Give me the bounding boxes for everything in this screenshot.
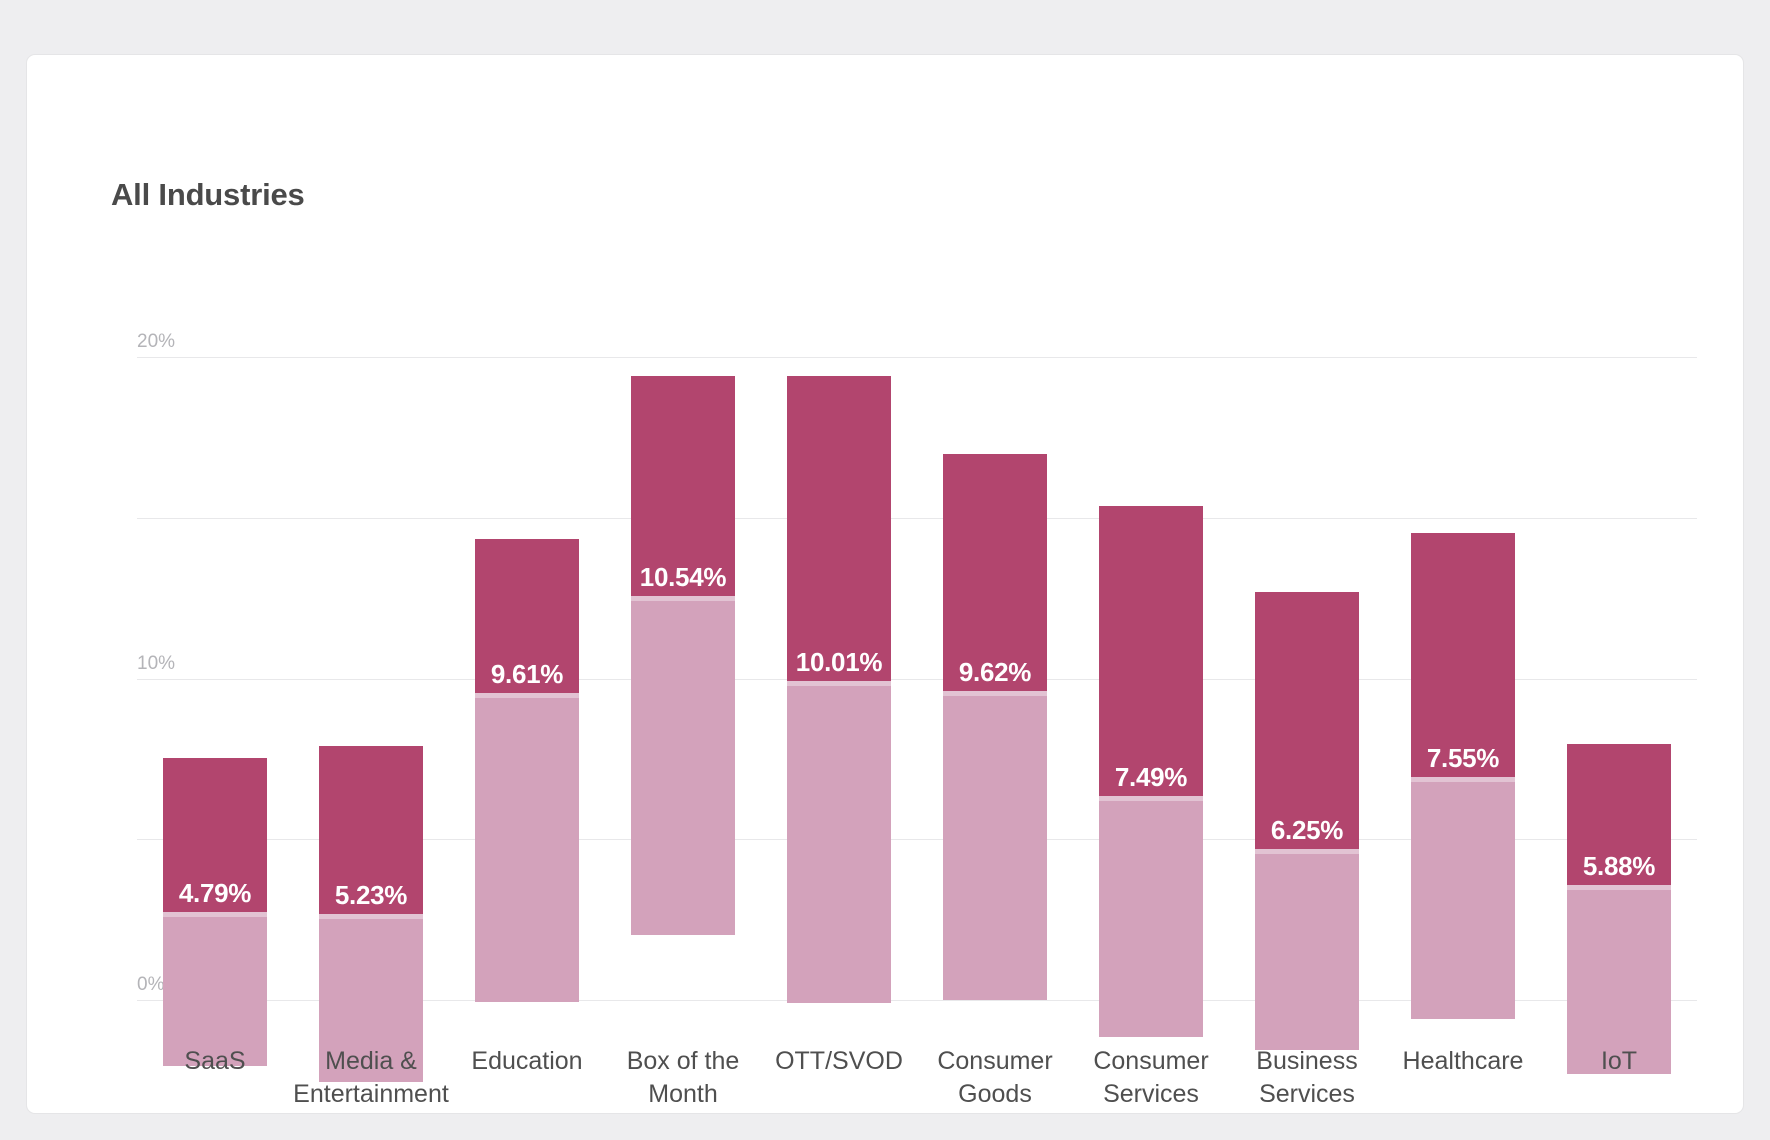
x-axis-tick-label: IoT — [1541, 1045, 1697, 1078]
x-axis-tick-line: Services — [1259, 1080, 1355, 1108]
bar-group[interactable]: 10.01% — [787, 335, 891, 1025]
x-axis-tick-line: IoT — [1600, 1047, 1638, 1075]
bar-segment-lower[interactable] — [163, 916, 267, 1066]
bar-value-label: 9.62% — [958, 656, 1032, 687]
x-axis-tick-label: Business Services — [1229, 1045, 1385, 1111]
bar-group[interactable]: 6.25% — [1255, 335, 1359, 1050]
bar-segment-lower[interactable] — [787, 686, 891, 1004]
x-axis-tick-line: Business — [1256, 1047, 1358, 1075]
chart-plot-area: 20% 10% 0% 4.79% 5.23% 9.61% 10.54% 10.01% 9.62… — [137, 331, 1697, 1082]
x-axis-tick-line: SaaS — [184, 1047, 246, 1075]
bar-segment-upper[interactable] — [943, 454, 1047, 691]
x-axis-tick-line: Consumer — [937, 1047, 1053, 1075]
chart-card: All Industries 20% 10% 0% 4.79% 5.23% 9.61% 1… — [26, 54, 1744, 1114]
bar-group[interactable]: 5.88% — [1567, 335, 1671, 1074]
x-axis-tick-line: OTT/SVOD — [775, 1047, 903, 1075]
bar-segment-lower[interactable] — [1099, 801, 1203, 1037]
x-axis-tick-label: Media & Entertainment — [293, 1045, 449, 1111]
bar-segment-lower[interactable] — [475, 697, 579, 1002]
bar-segment-lower[interactable] — [631, 601, 735, 936]
bar-segment-lower[interactable] — [1255, 853, 1359, 1050]
bar-value-label: 7.49% — [1114, 762, 1188, 793]
x-axis-tick-label: Box of the Month — [605, 1045, 761, 1111]
x-axis-tick-label: Education — [449, 1045, 605, 1078]
bar-value-label: 10.54% — [639, 562, 727, 593]
bar-group[interactable]: 4.79% — [163, 335, 267, 1066]
x-axis-tick-line: Services — [1103, 1080, 1199, 1108]
bar-value-label: 7.55% — [1426, 742, 1500, 773]
bar-segment-upper[interactable] — [1099, 506, 1203, 797]
x-axis-tick-label: SaaS — [137, 1045, 293, 1078]
x-axis-tick-line: Healthcare — [1402, 1047, 1524, 1075]
x-axis-tick-line: Goods — [958, 1080, 1032, 1108]
x-axis-tick-label: Consumer Services — [1073, 1045, 1229, 1111]
page-title: All Industries — [111, 177, 305, 212]
x-axis-tick-label: OTT/SVOD — [761, 1045, 917, 1078]
bar-value-label: 4.79% — [178, 877, 252, 908]
bar-group[interactable]: 9.62% — [943, 335, 1047, 1025]
bar-group[interactable]: 7.55% — [1411, 335, 1515, 1025]
x-axis-labels: SaaS Media & Entertainment Education Box of … — [137, 1045, 1697, 1113]
bar-value-label: 5.88% — [1582, 850, 1656, 881]
x-axis-tick-line: Education — [471, 1047, 583, 1075]
bar-group[interactable]: 10.54% — [631, 335, 735, 1025]
bar-segment-upper[interactable] — [1411, 533, 1515, 777]
bar-value-label: 10.01% — [795, 647, 883, 678]
x-axis-tick-line: Entertainment — [293, 1080, 449, 1108]
x-axis-tick-label: Healthcare — [1385, 1045, 1541, 1078]
bar-value-label: 5.23% — [334, 879, 408, 910]
x-axis-tick-label: Consumer Goods — [917, 1045, 1073, 1111]
bar-value-label: 6.25% — [1270, 814, 1344, 845]
x-axis-tick-line: Consumer — [1093, 1047, 1209, 1075]
bar-segment-lower[interactable] — [943, 695, 1047, 1000]
bar-segment-upper[interactable] — [787, 376, 891, 682]
x-axis-tick-line: Month — [648, 1080, 718, 1108]
x-axis-tick-line: Box of the — [626, 1047, 740, 1075]
bar-segment-lower[interactable] — [1411, 781, 1515, 1020]
x-axis-tick-line: Media & — [325, 1047, 417, 1075]
bar-series: 4.79% 5.23% 9.61% 10.54% 10.01% 9.62% 7.49% 6.2… — [137, 335, 1697, 1082]
bar-group[interactable]: 7.49% — [1099, 335, 1203, 1037]
bar-value-label: 9.61% — [490, 658, 564, 689]
bar-group[interactable]: 9.61% — [475, 335, 579, 1025]
bar-group[interactable]: 5.23% — [319, 335, 423, 1082]
bar-segment-upper[interactable] — [1255, 592, 1359, 849]
